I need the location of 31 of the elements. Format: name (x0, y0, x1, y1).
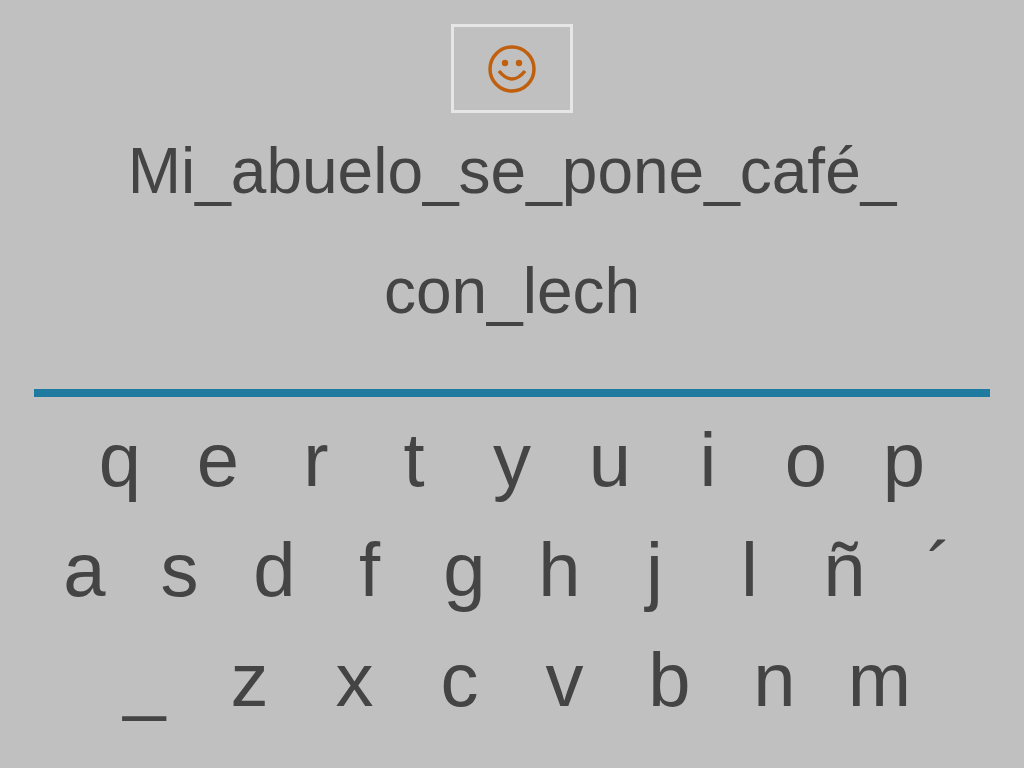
letter-key[interactable]: a (37, 529, 132, 611)
letter-key[interactable]: u (561, 419, 659, 501)
sentence-text: Mi_abuelo_se_pone_café_ (127, 134, 897, 209)
letter-key[interactable]: b (617, 639, 722, 721)
letter-key[interactable]: c (407, 639, 512, 721)
letter-key[interactable]: ´ (892, 529, 987, 611)
letter-key[interactable]: i (659, 419, 757, 501)
letter-key[interactable]: d (227, 529, 322, 611)
hint-box[interactable] (451, 24, 573, 113)
letter-key[interactable]: v (512, 639, 617, 721)
letter-key[interactable]: t (365, 419, 463, 501)
letter-key[interactable]: ñ (797, 529, 892, 611)
letter-key[interactable]: g (417, 529, 512, 611)
letter-key[interactable]: n (722, 639, 827, 721)
letter-key[interactable]: f (322, 529, 417, 611)
letter-key[interactable]: q (71, 419, 169, 501)
letter-key[interactable]: z (197, 639, 302, 721)
sentence-text: con_lech (383, 254, 641, 329)
letter-key[interactable]: s (132, 529, 227, 611)
letter-key[interactable]: h (512, 529, 607, 611)
letter-key[interactable]: _ (92, 639, 197, 721)
letter-key[interactable]: o (757, 419, 855, 501)
letter-key[interactable]: x (302, 639, 407, 721)
letter-key[interactable]: m (827, 639, 932, 721)
letter-key[interactable]: y (463, 419, 561, 501)
letter-key[interactable]: e (169, 419, 267, 501)
letter-key[interactable]: p (855, 419, 953, 501)
letter-key[interactable]: r (267, 419, 365, 501)
letter-key[interactable]: l (702, 529, 797, 611)
letter-key[interactable]: j (607, 529, 702, 611)
smiley-icon (487, 43, 537, 94)
